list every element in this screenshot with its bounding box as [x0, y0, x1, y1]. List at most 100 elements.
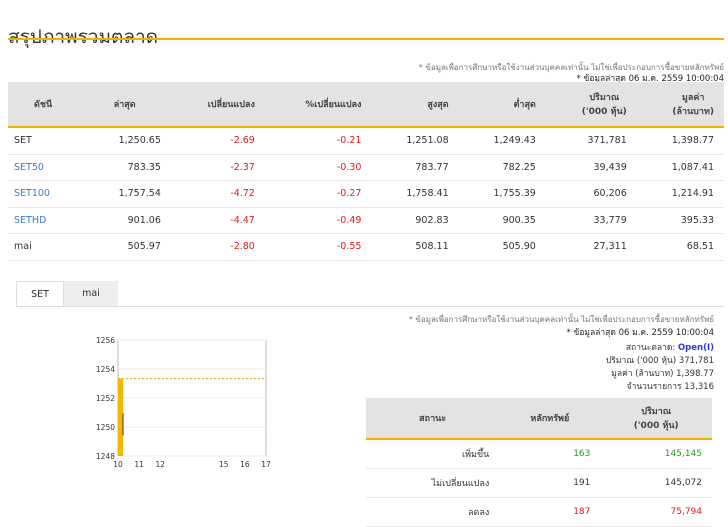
market-volume-label: ปริมาณ ('000 หุ้น)	[605, 356, 677, 366]
chart-bar	[118, 378, 123, 456]
cell-value: 68.51	[636, 233, 724, 261]
table-row: SETHD 901.06 -4.47 -0.49 902.83 900.35 3…	[8, 207, 724, 234]
col-low[interactable]: ต่ำสุด	[458, 82, 546, 128]
market-value: มูลค่า (ล้านบาท) 1,398.77	[611, 366, 714, 380]
market-volume: ปริมาณ ('000 หุ้น) 371,781	[606, 353, 714, 367]
market-status-label: สถานะตลาด:	[625, 343, 676, 353]
cell-volume: 27,311	[545, 233, 637, 261]
cell-last: 1,757.54	[83, 180, 171, 208]
col-status: สถานะ	[366, 398, 500, 440]
cell-value: 395.33	[636, 207, 724, 234]
market-value-value: 1,398.77	[676, 369, 714, 379]
chart-x-tick-label: 11	[134, 460, 144, 469]
table-row: mai 505.97 -2.80 -0.55 508.11 505.90 27,…	[8, 233, 724, 261]
index-link-set100[interactable]: SET100	[8, 180, 84, 208]
col-change[interactable]: เปลี่ยนแปลง	[170, 82, 265, 128]
index-table-header: ดัชนี ล่าสุด เปลี่ยนแปลง %เปลี่ยนแปลง สู…	[8, 82, 724, 128]
cell-volume-up: 145,145	[600, 439, 712, 469]
cell-change: -2.80	[170, 233, 265, 261]
index-table: ดัชนี ล่าสุด เปลี่ยนแปลง %เปลี่ยนแปลง สู…	[8, 82, 724, 261]
summary-table-header: สถานะ หลักทรัพย์ ปริมาณ ('000 หุ้น)	[366, 398, 712, 440]
chart-y-tick-label: 1250	[96, 423, 115, 432]
table-row: SET 1,250.65 -2.69 -0.21 1,251.08 1,249.…	[8, 127, 724, 155]
cell-volume-unchanged: 145,072	[600, 468, 712, 498]
chart-y-tick-label: 1254	[96, 365, 115, 374]
market-trades-label: จำนวนรายการ	[626, 382, 682, 392]
title-divider	[8, 38, 724, 40]
col-last[interactable]: ล่าสุด	[83, 82, 171, 128]
cell-low: 782.25	[458, 154, 546, 181]
cell-value: 1,398.77	[636, 127, 724, 155]
cell-low: 1,755.39	[458, 180, 546, 208]
intraday-chart: 1256125412521250124810 11 12 15 16 17	[96, 336, 271, 469]
cell-status-down: ลดลง	[366, 497, 500, 527]
cell-pct: -0.21	[264, 127, 372, 155]
cell-high: 902.83	[371, 207, 459, 234]
col-value[interactable]: มูลค่า (ล้านบาท)	[636, 82, 724, 128]
page-title: สรุปภาพรวมตลาด	[8, 25, 158, 48]
chart-x-tick-label: 15	[219, 460, 229, 469]
cell-status-up: เพิ่มขึ้น	[366, 439, 500, 469]
cell-last: 505.97	[83, 233, 171, 261]
market-trades-value: 13,316	[684, 382, 714, 392]
cell-change: -2.37	[170, 154, 265, 181]
col-high[interactable]: สูงสุด	[371, 82, 459, 128]
market-status-value: Open(I)	[677, 343, 714, 353]
col-value-label: มูลค่า (ล้านบาท)	[672, 93, 714, 117]
cell-count-down: 187	[499, 497, 601, 527]
col-sum-volume: ปริมาณ ('000 หุ้น)	[600, 398, 712, 440]
chart-x-tick-label: 12	[156, 460, 166, 469]
market-value-label: มูลค่า (ล้านบาท)	[611, 369, 674, 379]
index-name-set: SET	[8, 127, 84, 155]
tab-mai[interactable]: mai	[64, 281, 118, 307]
cell-change: -2.69	[170, 127, 265, 155]
cell-change: -4.72	[170, 180, 265, 208]
tab-set[interactable]: SET	[16, 281, 64, 307]
cell-last: 783.35	[83, 154, 171, 181]
tabs-divider	[16, 306, 724, 307]
index-link-set50[interactable]: SET50	[8, 154, 84, 181]
cell-pct: -0.30	[264, 154, 372, 181]
table-row: SET50 783.35 -2.37 -0.30 783.77 782.25 3…	[8, 154, 724, 181]
col-pct-change[interactable]: %เปลี่ยนแปลง	[264, 82, 372, 128]
cell-value: 1,087.41	[636, 154, 724, 181]
cell-volume: 39,439	[545, 154, 637, 181]
cell-high: 508.11	[371, 233, 459, 261]
chart-x-tick-label: 16	[240, 460, 250, 469]
cell-low: 900.35	[458, 207, 546, 234]
cell-volume: 371,781	[545, 127, 637, 155]
col-sum-volume-label: ปริมาณ ('000 หุ้น)	[633, 407, 679, 431]
cell-last: 1,250.65	[83, 127, 171, 155]
cell-value: 1,214.91	[636, 180, 724, 208]
table-row: ลดลง 187 75,794	[366, 497, 712, 527]
index-link-sethd[interactable]: SETHD	[8, 207, 84, 234]
cell-change: -4.47	[170, 207, 265, 234]
market-trades: จำนวนรายการ 13,316	[627, 379, 714, 393]
cell-pct: -0.55	[264, 233, 372, 261]
cell-volume-down: 75,794	[600, 497, 712, 527]
col-index[interactable]: ดัชนี	[8, 82, 84, 128]
chart-y-tick-label: 1252	[96, 394, 115, 403]
cell-high: 783.77	[371, 154, 459, 181]
last-update-bottom: * ข้อมูลล่าสุด 06 ม.ค. 2559 10:00:04	[566, 328, 715, 338]
table-row: SET100 1,757.54 -4.72 -0.27 1,758.41 1,7…	[8, 180, 724, 208]
cell-volume: 60,206	[545, 180, 637, 208]
cell-high: 1,758.41	[371, 180, 459, 208]
market-status: สถานะตลาด: Open(I)	[626, 340, 714, 354]
cell-high: 1,251.08	[371, 127, 459, 155]
chart-x-tick-label: 10	[113, 460, 123, 469]
table-row: เพิ่มขึ้น 163 145,145	[366, 439, 712, 469]
chart-x-tick-label: 17	[261, 460, 271, 469]
cell-pct: -0.49	[264, 207, 372, 234]
cell-count-up: 163	[499, 439, 601, 469]
col-volume[interactable]: ปริมาณ ('000 หุ้น)	[545, 82, 637, 128]
table-row: ไม่เปลี่ยนแปลง 191 145,072	[366, 468, 712, 498]
summary-table: สถานะ หลักทรัพย์ ปริมาณ ('000 หุ้น) เพิ่…	[366, 398, 712, 527]
chart-y-tick-label: 1256	[96, 336, 115, 345]
cell-status-unchanged: ไม่เปลี่ยนแปลง	[366, 468, 500, 498]
col-securities: หลักทรัพย์	[499, 398, 601, 440]
cell-last: 901.06	[83, 207, 171, 234]
col-volume-label: ปริมาณ ('000 หุ้น)	[581, 93, 627, 117]
cell-low: 505.90	[458, 233, 546, 261]
market-volume-value: 371,781	[678, 356, 714, 366]
